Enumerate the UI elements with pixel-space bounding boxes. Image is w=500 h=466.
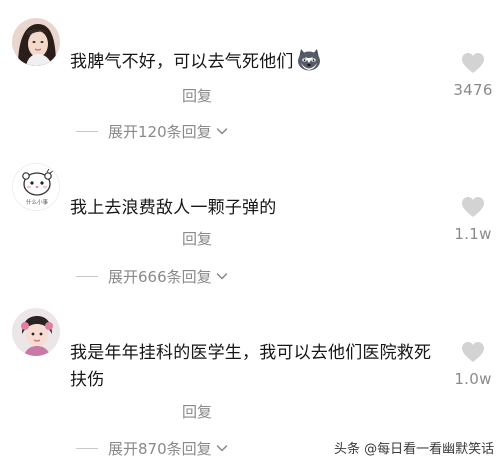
reply-button[interactable]: 回复 — [182, 229, 212, 249]
comment-text-content: 我上去浪费敌人一颗子弹的 — [70, 198, 277, 218]
comment-text: 我上去浪费敌人一颗子弹的 — [70, 195, 440, 222]
comment-text-content: 我是年年挂科的医学生，我可以去他们医院救死扶伤 — [70, 343, 432, 390]
like-button[interactable]: 3476 — [448, 52, 498, 99]
avatar-hamster-cartoon: 什么小事 — [13, 164, 59, 210]
comment-text-content: 我脾气不好，可以去气死他们 — [70, 52, 294, 72]
avatar[interactable] — [12, 18, 60, 66]
divider-dash — [76, 447, 98, 449]
chevron-down-icon — [215, 269, 229, 283]
like-button[interactable]: 1.0w — [448, 341, 498, 388]
divider-dash — [76, 130, 98, 132]
heart-icon — [462, 342, 484, 362]
expand-replies-button[interactable]: 展开666条回复 — [76, 266, 229, 286]
like-count: 1.1w — [454, 225, 492, 243]
divider-dash — [76, 275, 98, 277]
avatar[interactable] — [12, 308, 60, 356]
heart-icon — [462, 53, 484, 73]
comment-text: 我是年年挂科的医学生，我可以去他们医院救死扶伤 — [70, 340, 440, 394]
reply-button[interactable]: 回复 — [182, 86, 212, 106]
comment-text: 我脾气不好，可以去气死他们 — [70, 48, 440, 76]
avatar-kid-photo — [12, 308, 60, 356]
expand-replies-label: 展开666条回复 — [108, 267, 212, 286]
avatar-caption: 什么小事 — [26, 198, 49, 206]
expand-replies-button[interactable]: 展开120条回复 — [76, 121, 229, 141]
avatar[interactable]: 什么小事 — [12, 163, 60, 211]
expand-replies-button[interactable]: 展开870条回复 — [76, 438, 229, 458]
chevron-down-icon — [215, 441, 229, 455]
avatar-girl-photo — [12, 18, 60, 66]
reply-button[interactable]: 回复 — [182, 402, 212, 422]
husky-emoji-icon — [296, 48, 322, 72]
like-button[interactable]: 1.1w — [448, 196, 498, 243]
expand-replies-label: 展开870条回复 — [108, 439, 212, 458]
heart-icon — [462, 197, 484, 217]
like-count: 1.0w — [454, 370, 492, 388]
chevron-down-icon — [215, 124, 229, 138]
expand-replies-label: 展开120条回复 — [108, 122, 212, 141]
like-count: 3476 — [453, 81, 493, 99]
watermark: 头条 @每日看一看幽默笑话 — [334, 442, 495, 457]
